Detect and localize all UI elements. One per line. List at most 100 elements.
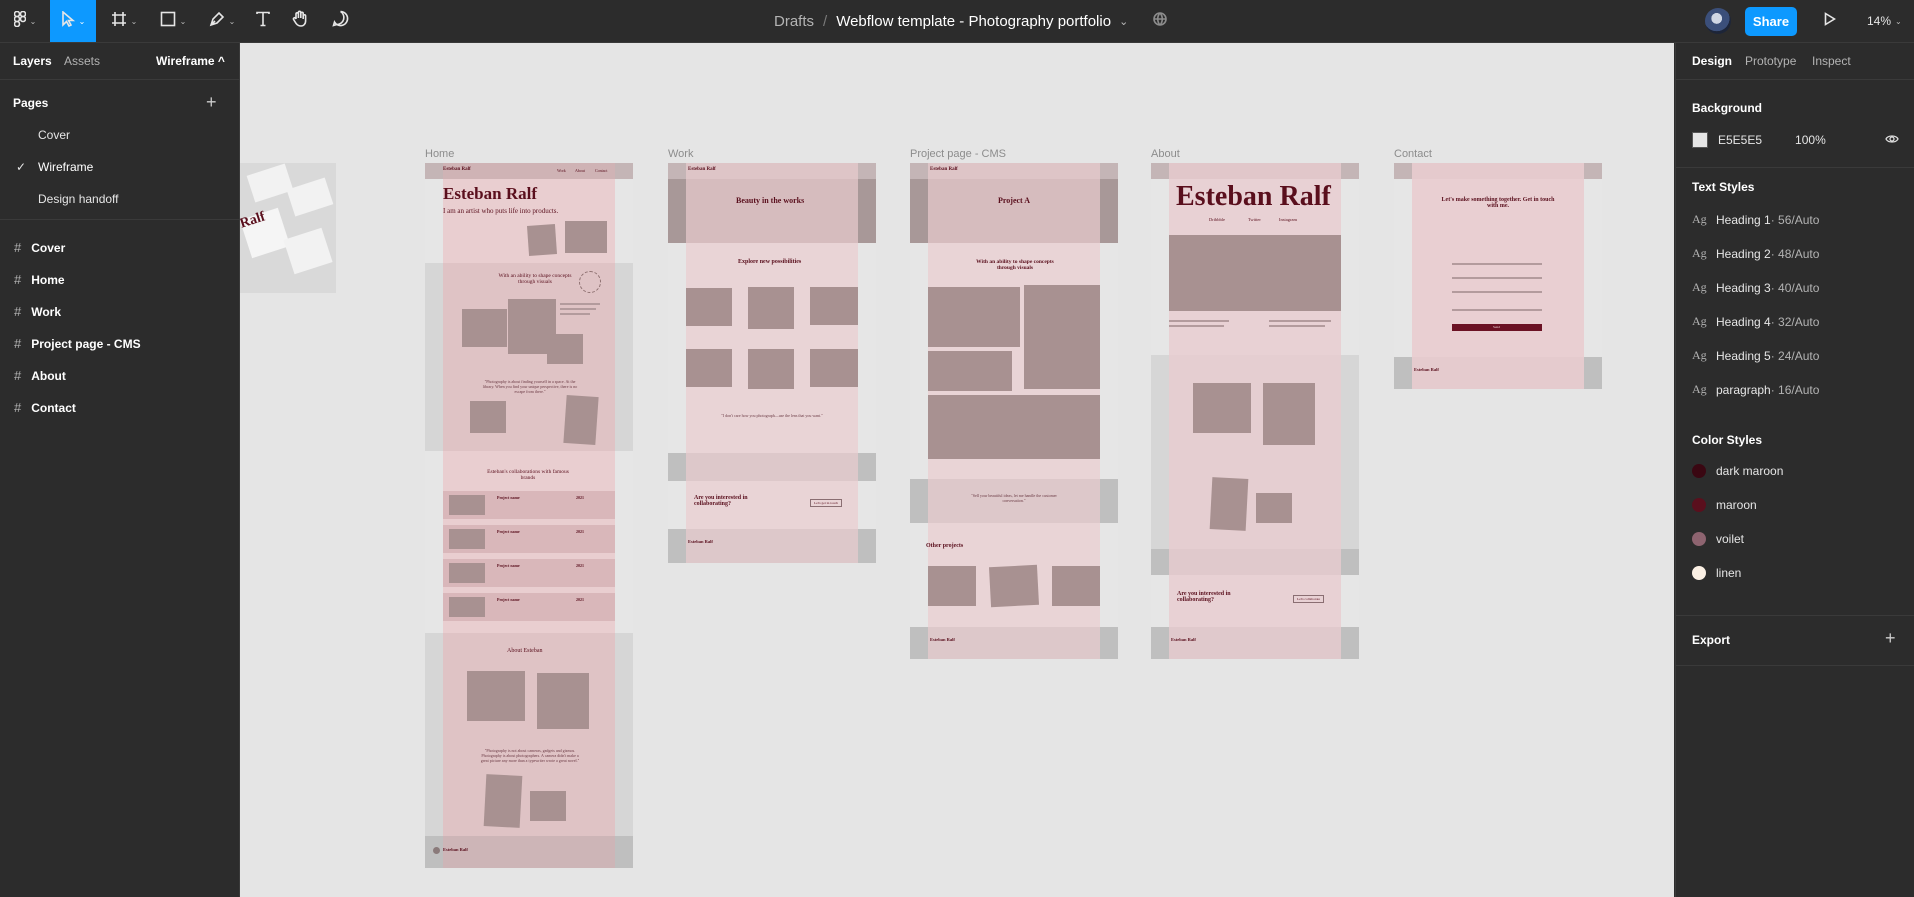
frame-contact[interactable]: Let's make something together. Get in to… [1394,163,1602,389]
page-design-handoff[interactable]: Design handoff [38,192,119,206]
project-name: Project name [497,529,520,534]
tab-assets[interactable]: Assets [64,54,100,68]
layer-contact[interactable]: # Contact [14,400,76,415]
color-swatch [1692,566,1706,580]
add-page-button[interactable]: + [206,92,217,113]
text-style-item[interactable]: Ag Heading 5 · 24/Auto [1692,348,1819,363]
text-style-size: · 40/Auto [1770,280,1820,295]
tab-prototype[interactable]: Prototype [1745,54,1796,68]
chevron-down-icon: ⌄ [179,16,187,26]
page-wireframe[interactable]: Wireframe [38,160,93,174]
file-name[interactable]: Webflow template - Photography portfolio [836,13,1111,30]
about-link: Twitter [1248,217,1261,222]
canvas[interactable]: Ralf Home Esteban Ralf Work About Contac… [240,43,1674,897]
badge-circle [579,271,601,293]
text-style-item[interactable]: Ag Heading 2 · 48/Auto [1692,246,1819,261]
image-placeholder [686,349,732,387]
right-panel: Design Prototype Inspect Background E5E5… [1675,43,1914,897]
project-year: 2021 [576,563,584,568]
text-line [560,313,590,315]
page-cover[interactable]: Cover [38,128,70,142]
image-placeholder [537,673,589,729]
text-style-name: Heading 2 [1716,246,1771,261]
frame-icon [111,11,127,32]
text-style-size: · 32/Auto [1770,314,1820,329]
background-row[interactable]: E5E5E5 100% [1692,132,1826,148]
color-style-item[interactable]: linen [1692,566,1741,580]
home-about-heading: About Esteban [507,648,543,654]
text-style-size: · 16/Auto [1770,382,1820,397]
color-style-item[interactable]: dark maroon [1692,464,1783,478]
tab-inspect[interactable]: Inspect [1812,54,1851,68]
home-collab-heading: Esteban's collaborations with famous bra… [487,469,569,481]
text-style-item[interactable]: Ag Heading 4 · 32/Auto [1692,314,1819,329]
frame-work[interactable]: Esteban Ralf Beauty in the works Explore… [668,163,876,563]
frame-label-work[interactable]: Work [668,148,693,160]
project-other-heading: Other projects [926,543,964,549]
image-placeholder [1209,477,1249,531]
main-menu-button[interactable]: ⌄ [6,0,44,42]
project-link[interactable]: Drafts [774,13,814,30]
text-style-item[interactable]: Ag Heading 1 · 56/Auto [1692,212,1819,227]
tab-design[interactable]: Design [1692,54,1732,68]
divider [0,219,239,220]
hand-tool-button[interactable] [288,0,312,42]
home-quote: "Photography is about finding yourself i… [482,379,578,394]
about-link: Instagram [1279,217,1297,222]
about-link: Dribbble [1209,217,1225,222]
home-nav-link: Contact [595,168,608,173]
pen-tool-button[interactable]: ⌄ [204,0,240,42]
present-button[interactable] [1820,0,1840,42]
layer-home[interactable]: # Home [14,272,65,287]
chevron-down-icon[interactable]: ⌄ [1119,15,1128,28]
project-thumb [449,597,485,617]
frame-about[interactable]: Esteban Ralf Dribbble Twitter Instagram … [1151,163,1359,659]
frame-label-home[interactable]: Home [425,148,454,160]
add-export-button[interactable]: + [1885,628,1896,649]
text-style-item[interactable]: Ag Heading 3 · 40/Auto [1692,280,1819,295]
text-icon [255,11,271,32]
project-footer-logo: Esteban Ralf [930,637,955,642]
color-style-item[interactable]: maroon [1692,498,1757,512]
background-opacity[interactable]: 100% [1795,133,1826,147]
frame-label-contact[interactable]: Contact [1394,148,1432,160]
share-button[interactable]: Share [1745,7,1797,36]
background-hex[interactable]: E5E5E5 [1718,133,1762,147]
color-style-item[interactable]: voilet [1692,532,1744,546]
form-field [1452,277,1542,279]
tab-layers[interactable]: Layers [13,54,52,68]
frame-home[interactable]: Esteban Ralf Work About Contact Esteban … [425,163,633,868]
user-avatar[interactable] [1705,8,1731,34]
layer-label: Work [31,304,62,319]
about-hero-title: Esteban Ralf [1176,181,1331,212]
contact-heading: Let's make something together. Get in to… [1441,197,1555,209]
text-style-item[interactable]: Ag paragraph · 16/Auto [1692,382,1819,397]
layer-cover[interactable]: # Cover [14,240,65,255]
eye-icon[interactable] [1885,132,1899,151]
text-line [1169,325,1224,327]
background-title: Background [1692,101,1763,115]
layer-project-page[interactable]: # Project page - CMS [14,336,141,351]
shape-tool-button[interactable]: ⌄ [155,0,191,42]
frame-label-project[interactable]: Project page - CMS [910,148,1006,160]
background-swatch[interactable] [1692,132,1708,148]
globe-button[interactable] [1151,0,1169,42]
zoom-control[interactable]: 14% ⌄ [1867,0,1902,42]
comment-tool-button[interactable] [328,0,352,42]
text-tool-button[interactable] [251,0,275,42]
layer-about[interactable]: # About [14,368,66,383]
image-placeholder [1024,285,1100,389]
page-selector[interactable]: Wireframe ^ [156,54,225,68]
frame-project[interactable]: Esteban Ralf Project A With an ability t… [910,163,1118,659]
text-style-icon: Ag [1692,280,1707,294]
layer-label: Contact [31,400,76,415]
move-tool-button[interactable]: ⌄ [50,0,96,42]
comment-icon [331,10,349,32]
frame-cover-preview[interactable]: Ralf [240,163,336,293]
frame-label-about[interactable]: About [1151,148,1180,160]
frame-icon: # [14,240,22,255]
layer-work[interactable]: # Work [14,304,61,319]
frame-tool-button[interactable]: ⌄ [106,0,142,42]
divider [1676,615,1914,616]
about-cta: Are you interested in collaborating? [1177,591,1231,603]
